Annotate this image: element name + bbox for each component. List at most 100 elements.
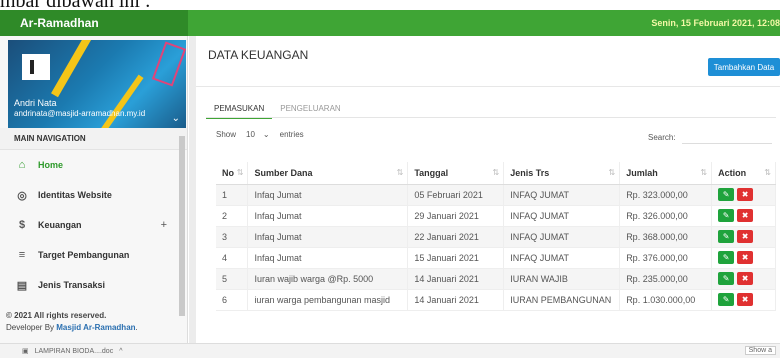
delete-button[interactable]: ✖ bbox=[737, 188, 754, 201]
cell-sumber-dana: Iuran wajib warga @Rp. 5000 bbox=[247, 268, 409, 290]
cell-sumber-dana: Infaq Jumat bbox=[247, 247, 409, 269]
download-bar: ▣ LAMPIRAN BIODA....doc ^ Show a bbox=[0, 343, 780, 358]
cell-no: 3 bbox=[216, 226, 249, 248]
cell-action: ✎ ✖ bbox=[711, 184, 776, 206]
delete-button[interactable]: ✖ bbox=[737, 230, 754, 243]
sidebar-scrollbar[interactable] bbox=[179, 136, 185, 316]
cell-jenis-trs: INFAQ JUMAT bbox=[503, 184, 621, 206]
column-header-no[interactable]: No ⇅ bbox=[216, 162, 249, 185]
sort-icon: ⇅ bbox=[700, 167, 708, 177]
expand-icon[interactable]: + bbox=[161, 219, 167, 231]
home-icon: ⌂ bbox=[18, 159, 26, 171]
table-row: 1 Infaq Jumat 05 Februari 2021 INFAQ JUM… bbox=[216, 184, 776, 206]
mosque-logo-icon bbox=[22, 54, 50, 80]
list-check-icon: ≡ bbox=[18, 249, 26, 261]
sidebar-item-keuangan[interactable]: $ Keuangan + bbox=[0, 210, 187, 240]
cell-jenis-trs: IURAN PEMBANGUNAN bbox=[503, 289, 621, 311]
cell-sumber-dana: Infaq Jumat bbox=[247, 226, 409, 248]
edit-button[interactable]: ✎ bbox=[718, 188, 735, 201]
developer-link[interactable]: Masjid Ar-Ramadhan bbox=[56, 323, 135, 332]
download-item[interactable]: ▣ LAMPIRAN BIODA....doc ^ bbox=[22, 347, 123, 356]
delete-button[interactable]: ✖ bbox=[737, 251, 754, 264]
entries-label: entries bbox=[279, 130, 304, 139]
sort-icon: ⇅ bbox=[236, 167, 244, 177]
sidebar-item-identitas-website[interactable]: ◎ Identitas Website bbox=[0, 180, 187, 210]
show-label: Show bbox=[216, 130, 237, 139]
page-length-select[interactable]: 10 ⌄ bbox=[242, 130, 274, 139]
divider bbox=[206, 117, 776, 118]
main-content: DATA KEUANGAN Tambahkan Data PEMASUKAN P… bbox=[189, 36, 780, 343]
column-label: Jenis Trs bbox=[510, 167, 550, 178]
document-caption: mbar dibawah ini : bbox=[0, 0, 240, 10]
page-length-value: 10 bbox=[246, 130, 255, 139]
delete-button[interactable]: ✖ bbox=[737, 272, 754, 285]
search-input[interactable] bbox=[681, 130, 772, 144]
delete-button[interactable]: ✖ bbox=[737, 209, 754, 222]
cell-jenis-trs: INFAQ JUMAT bbox=[503, 226, 621, 248]
dollar-icon: $ bbox=[18, 219, 26, 231]
cell-no: 2 bbox=[216, 205, 249, 227]
brand-logo[interactable]: Ar-Ramadhan bbox=[0, 10, 188, 36]
sort-icon: ⇅ bbox=[492, 167, 500, 177]
cell-action: ✎ ✖ bbox=[711, 289, 776, 311]
current-date: Senin, 15 Februari 2021, 12:08 bbox=[651, 18, 780, 28]
table-header-row: No ⇅ Sumber Dana ⇅ Tanggal ⇅ Jenis Trs ⇅ Jum… bbox=[216, 162, 776, 185]
edit-button[interactable]: ✎ bbox=[718, 251, 735, 264]
cell-jenis-trs: INFAQ JUMAT bbox=[503, 247, 621, 269]
table-row: 3 Infaq Jumat 22 Januari 2021 INFAQ JUMA… bbox=[216, 226, 776, 248]
search-control: Search: bbox=[648, 130, 772, 144]
sidebar-item-jenis-transaksi[interactable]: ▤ Jenis Transaksi bbox=[0, 270, 187, 300]
sidebar-item-home[interactable]: ⌂ Home bbox=[0, 150, 187, 180]
cell-tanggal: 29 Januari 2021 bbox=[407, 205, 505, 227]
top-navbar: Ar-Ramadhan Senin, 15 Februari 2021, 12:… bbox=[0, 10, 780, 36]
cell-jenis-trs: INFAQ JUMAT bbox=[503, 205, 621, 227]
edit-button[interactable]: ✎ bbox=[718, 230, 735, 243]
cell-jumlah: Rp. 235.000,00 bbox=[619, 268, 713, 290]
globe-icon: ◎ bbox=[17, 189, 27, 202]
sidebar-footer: © 2021 All rights reserved. Developer By… bbox=[6, 310, 138, 334]
chevron-up-icon: ^ bbox=[119, 347, 123, 355]
edit-button[interactable]: ✎ bbox=[718, 272, 735, 285]
table-row: 4 Infaq Jumat 15 Januari 2021 INFAQ JUMA… bbox=[216, 247, 776, 269]
chevron-down-icon[interactable]: ⌄ bbox=[172, 113, 180, 124]
column-header-jumlah[interactable]: Jumlah ⇅ bbox=[619, 162, 713, 185]
sidebar: Andri Nata andrinata@masjid-arramadhan.m… bbox=[0, 36, 188, 343]
column-header-sumber-dana[interactable]: Sumber Dana ⇅ bbox=[247, 162, 409, 185]
sidebar-item-target-pembangunan[interactable]: ≡ Target Pembangunan bbox=[0, 240, 187, 270]
cell-sumber-dana: iuran warga pembangunan masjid bbox=[247, 289, 409, 311]
user-email: andrinata@masjid-arramadhan.my.id bbox=[14, 109, 146, 118]
column-header-tanggal[interactable]: Tanggal ⇅ bbox=[407, 162, 505, 185]
table-row: 6 iuran warga pembangunan masjid 14 Janu… bbox=[216, 289, 776, 311]
chevron-down-icon: ⌄ bbox=[262, 130, 270, 139]
download-filename: LAMPIRAN BIODA....doc bbox=[34, 347, 114, 355]
edit-button[interactable]: ✎ bbox=[718, 293, 735, 306]
edit-button[interactable]: ✎ bbox=[718, 209, 735, 222]
column-label: No bbox=[222, 167, 234, 178]
cell-tanggal: 14 Januari 2021 bbox=[407, 268, 505, 290]
cell-action: ✎ ✖ bbox=[711, 247, 776, 269]
cell-jenis-trs: IURAN WAJIB bbox=[503, 268, 621, 290]
cell-jumlah: Rp. 376.000,00 bbox=[619, 247, 713, 269]
sort-icon: ⇅ bbox=[396, 167, 404, 177]
decor-stripe bbox=[98, 74, 144, 128]
list-icon: ▤ bbox=[16, 279, 28, 292]
user-panel[interactable]: Andri Nata andrinata@masjid-arramadhan.m… bbox=[8, 40, 186, 128]
cell-no: 5 bbox=[216, 268, 249, 290]
column-header-jenis-trs[interactable]: Jenis Trs ⇅ bbox=[503, 162, 621, 185]
decor-shape bbox=[151, 41, 186, 87]
cell-jumlah: Rp. 323.000,00 bbox=[619, 184, 713, 206]
content-box: DATA KEUANGAN Tambahkan Data PEMASUKAN P… bbox=[196, 36, 780, 343]
add-data-button[interactable]: Tambahkan Data bbox=[708, 58, 780, 76]
column-header-action[interactable]: Action ⇅ bbox=[711, 162, 776, 185]
divider bbox=[196, 86, 780, 87]
delete-button[interactable]: ✖ bbox=[737, 293, 754, 306]
cell-tanggal: 05 Februari 2021 bbox=[407, 184, 505, 206]
decor-stripe bbox=[51, 40, 93, 98]
page-title: DATA KEUANGAN bbox=[208, 48, 309, 62]
show-all-button[interactable]: Show a bbox=[744, 346, 776, 355]
cell-no: 4 bbox=[216, 247, 249, 269]
sidebar-item-label: Jenis Transaksi bbox=[38, 280, 106, 290]
developer-prefix: Developer By bbox=[6, 323, 57, 332]
column-label: Sumber Dana bbox=[254, 167, 313, 178]
sort-icon: ⇅ bbox=[764, 167, 771, 177]
